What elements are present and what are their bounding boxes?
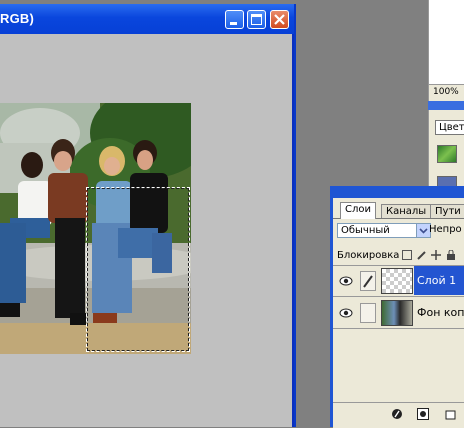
- minimize-button[interactable]: [225, 10, 244, 29]
- panel-titlebar[interactable]: [428, 101, 464, 110]
- zoom-level[interactable]: 100%: [433, 87, 459, 97]
- swatch-green[interactable]: [437, 145, 457, 163]
- lock-move-icon[interactable]: [431, 250, 441, 260]
- layers-toolbar: [333, 402, 464, 428]
- blend-mode-select[interactable]: Обычный: [337, 223, 431, 238]
- lock-all-icon[interactable]: [446, 249, 456, 260]
- eye-icon[interactable]: [339, 274, 353, 288]
- layers-panel: Слои Каналы Пути Обычный Непро Блокировк…: [333, 198, 464, 428]
- document-titlebar[interactable]: RGB): [0, 4, 294, 34]
- brush-icon[interactable]: [360, 271, 376, 291]
- lock-brush-icon[interactable]: [417, 250, 427, 260]
- layer-name[interactable]: Слой 1: [414, 266, 464, 295]
- opacity-label: Непро: [429, 224, 462, 235]
- layer-row[interactable]: Слой 1: [333, 266, 464, 297]
- layers-tabs: Слои Каналы Пути: [333, 202, 464, 219]
- document-title: RGB): [0, 11, 35, 26]
- navigator-panel: [428, 0, 464, 84]
- tab-color[interactable]: Цвет: [435, 120, 464, 135]
- layer-thumbnail: [381, 268, 413, 294]
- layer-row[interactable]: Фон копия: [333, 298, 464, 329]
- blend-mode-value: Обычный: [341, 225, 390, 236]
- close-icon: [274, 14, 285, 25]
- tab-channels[interactable]: Каналы: [381, 204, 432, 218]
- zoom-bar: 100%: [428, 84, 464, 101]
- layer-mask-icon[interactable]: [417, 408, 429, 420]
- maximize-button[interactable]: [247, 10, 266, 29]
- maximize-icon: [251, 14, 262, 25]
- layer-style-icon[interactable]: [391, 408, 403, 420]
- tab-layers[interactable]: Слои: [340, 202, 376, 219]
- selection-marquee: [86, 187, 190, 352]
- color-panel: Цвет: [428, 110, 464, 190]
- layer-thumbnail: [381, 300, 413, 326]
- minimize-icon: [230, 22, 237, 25]
- chevron-down-icon: [416, 224, 430, 237]
- eye-icon[interactable]: [339, 306, 353, 320]
- new-layer-icon[interactable]: [445, 408, 457, 420]
- lock-label: Блокировка: [337, 250, 400, 261]
- close-button[interactable]: [270, 10, 289, 29]
- layer-name[interactable]: Фон копия: [414, 298, 464, 327]
- tab-paths[interactable]: Пути: [430, 204, 464, 218]
- link-box[interactable]: [360, 303, 376, 323]
- lock-transparency-icon[interactable]: [402, 250, 412, 260]
